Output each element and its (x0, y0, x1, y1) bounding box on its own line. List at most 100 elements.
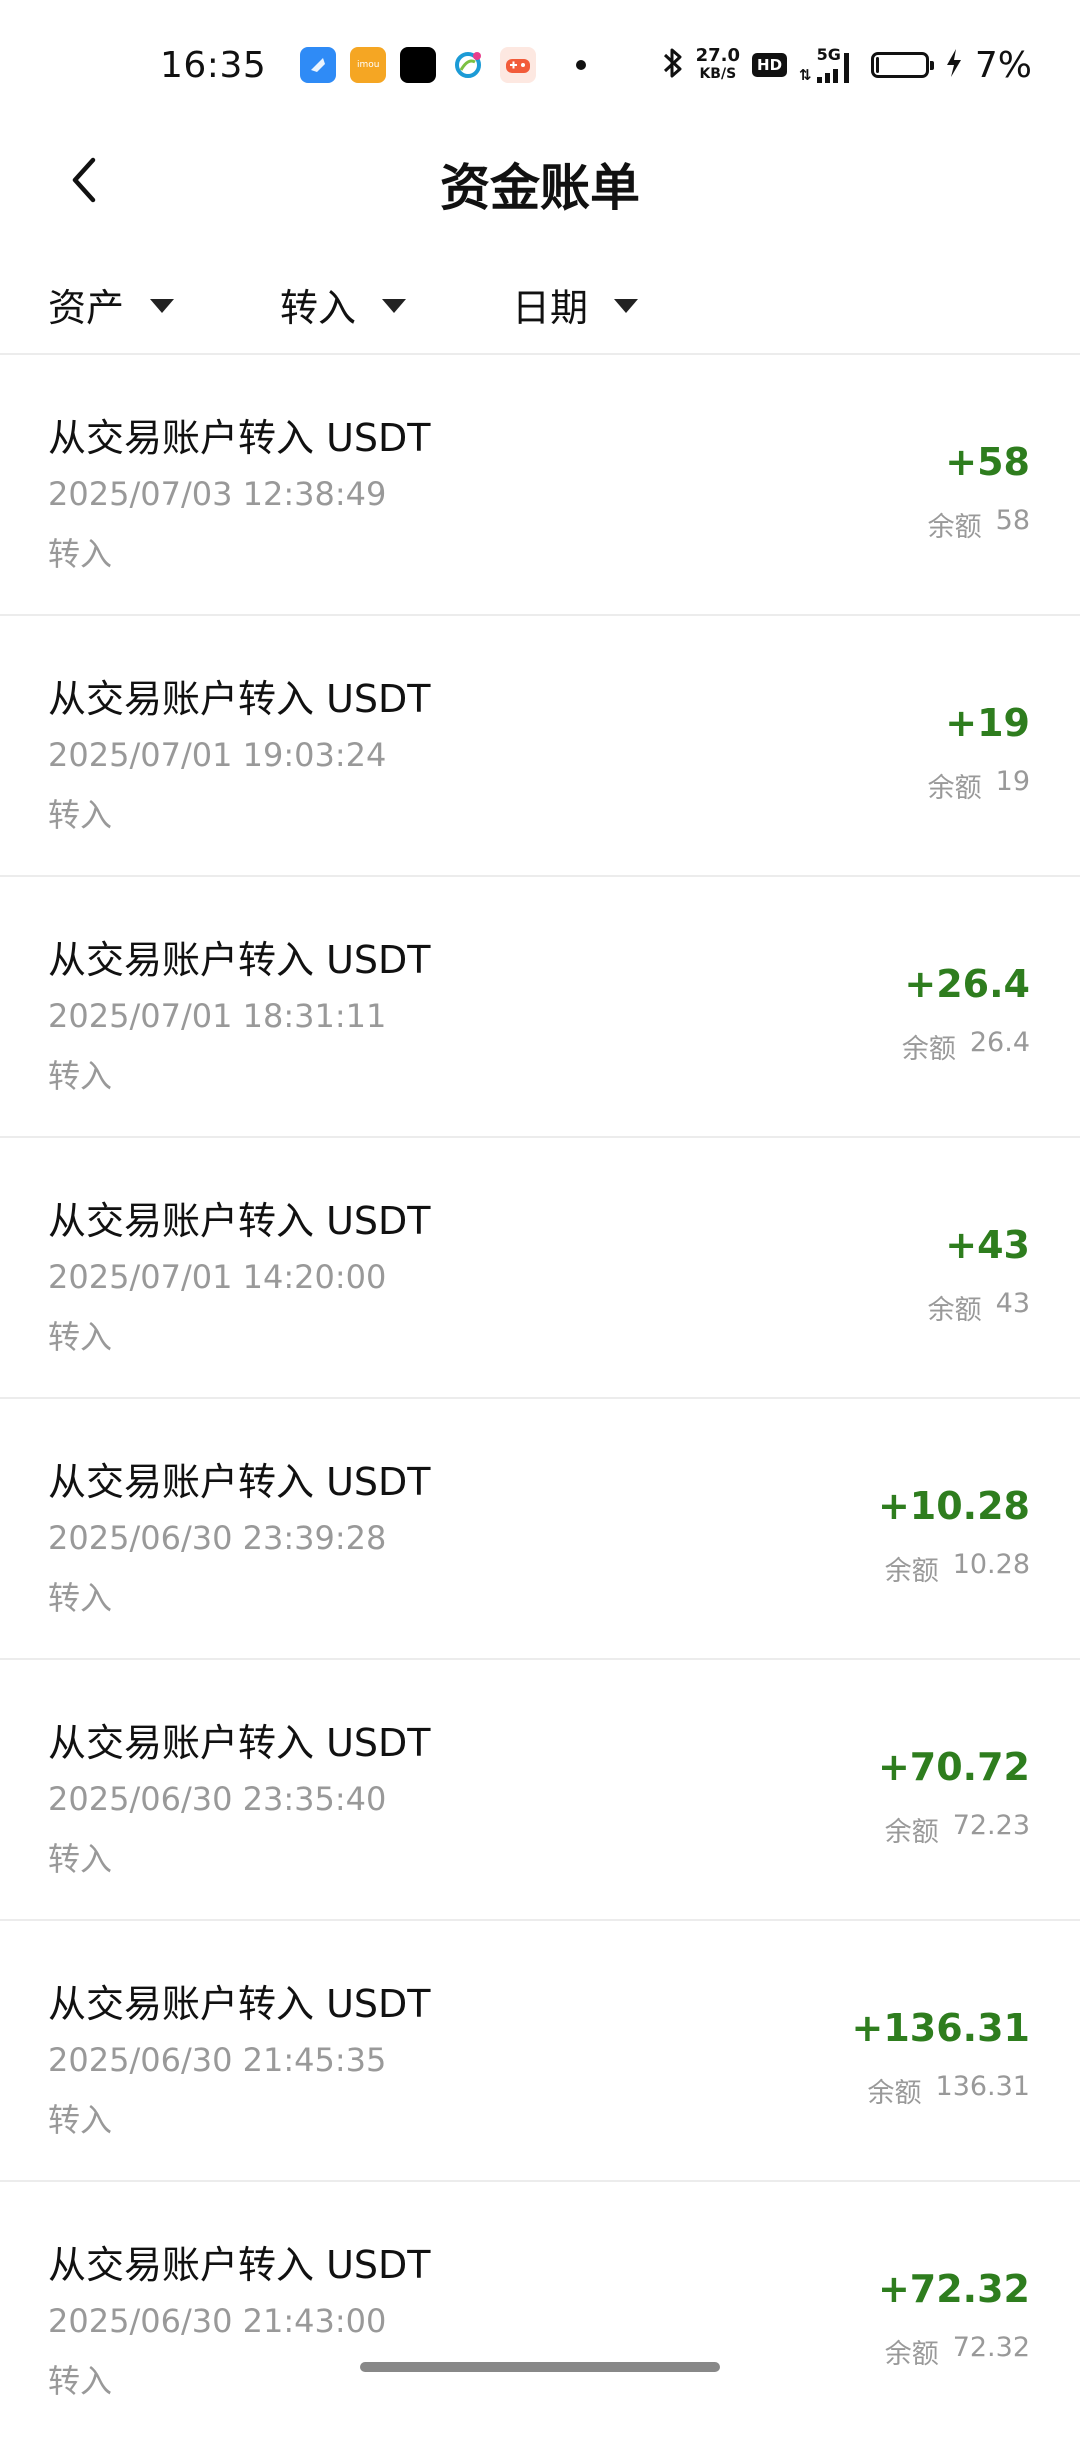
game-app-icon (500, 47, 537, 83)
battery-fill (875, 57, 879, 73)
list-item[interactable]: 从交易账户转入 USDT 2025/07/01 18:31:11 转入 +26.… (0, 877, 1080, 1138)
network-type: 5G (816, 45, 841, 64)
record-type: 转入 (48, 1840, 113, 1878)
list-item[interactable]: 从交易账户转入 USDT 2025/06/30 21:43:00 转入 +72.… (0, 2182, 1080, 2443)
record-time: 2025/07/01 14:20:00 (48, 1258, 387, 1296)
filter-date-label: 日期 (512, 285, 589, 330)
record-type: 转入 (48, 1579, 113, 1617)
record-time: 2025/07/03 12:38:49 (48, 475, 387, 513)
status-right: 27.0 KB/S HD ⇅ 5G 7% (662, 45, 1032, 86)
record-time: 2025/06/30 21:45:35 (48, 2041, 387, 2079)
record-balance: 余额 136.31 (868, 2071, 1030, 2110)
status-time: 16:35 (160, 44, 267, 86)
record-time: 2025/07/01 18:31:11 (48, 997, 387, 1035)
record-type: 转入 (48, 535, 113, 573)
filter-bar: 资产 转入 日期 (0, 255, 1080, 355)
imou-app-icon: imou (350, 47, 387, 83)
page-title: 资金账单 (440, 159, 640, 217)
caret-down-icon (614, 299, 639, 313)
filter-type-label: 转入 (280, 285, 357, 330)
record-title: 从交易账户转入 USDT (48, 1460, 431, 1504)
record-title: 从交易账户转入 USDT (48, 677, 431, 721)
caret-down-icon (382, 299, 407, 313)
balance-value: 26.4 (969, 1027, 1030, 1058)
balance-label: 余额 (884, 1556, 939, 1587)
balance-value: 43 (995, 1288, 1030, 1319)
record-title: 从交易账户转入 USDT (48, 1199, 431, 1243)
list-item[interactable]: 从交易账户转入 USDT 2025/06/30 23:35:40 转入 +70.… (0, 1660, 1080, 1921)
record-time: 2025/07/01 19:03:24 (48, 736, 387, 774)
balance-label: 余额 (927, 773, 982, 804)
imou-app-icon-label: imou (357, 60, 380, 70)
balance-value: 58 (995, 505, 1030, 536)
record-type: 转入 (48, 796, 113, 834)
record-type: 转入 (48, 1057, 113, 1095)
record-title: 从交易账户转入 USDT (48, 2243, 431, 2287)
balance-label: 余额 (927, 1295, 982, 1326)
network-speed: 27.0 KB/S (696, 47, 740, 83)
record-balance: 余额 26.4 (902, 1027, 1030, 1066)
list-item[interactable]: 从交易账户转入 USDT 2025/07/01 19:03:24 转入 +19 … (0, 616, 1080, 877)
record-amount: +58 (945, 440, 1030, 484)
notification-dot (576, 60, 587, 70)
record-amount: +136.31 (851, 2006, 1030, 2050)
charging-icon (945, 48, 963, 82)
balance-value: 10.28 (952, 1549, 1030, 1580)
record-amount: +10.28 (877, 1484, 1030, 1528)
record-title: 从交易账户转入 USDT (48, 416, 431, 460)
caret-down-icon (150, 299, 175, 313)
balance-value: 72.32 (952, 2332, 1030, 2363)
bluetooth-icon (662, 46, 684, 84)
list-item[interactable]: 从交易账户转入 USDT 2025/07/03 12:38:49 转入 +58 … (0, 355, 1080, 616)
china-mobile-icon (450, 47, 486, 83)
list-item[interactable]: 从交易账户转入 USDT 2025/06/30 23:39:28 转入 +10.… (0, 1399, 1080, 1660)
header: 资金账单 (0, 130, 1080, 230)
bill-list: 从交易账户转入 USDT 2025/07/03 12:38:49 转入 +58 … (0, 355, 1080, 2443)
record-amount: +72.32 (877, 2267, 1030, 2311)
list-item[interactable]: 从交易账户转入 USDT 2025/07/01 14:20:00 转入 +43 … (0, 1138, 1080, 1399)
record-type: 转入 (48, 2101, 113, 2139)
record-balance: 余额 72.32 (885, 2332, 1030, 2371)
filter-asset[interactable]: 资产 (48, 277, 175, 332)
network-speed-unit: KB/S (699, 66, 737, 82)
record-balance: 余额 43 (928, 1288, 1030, 1327)
status-bar: 16:35 imou 27.0 KB/S HD ⇅ 5G 7% (0, 0, 1080, 130)
record-title: 从交易账户转入 USDT (48, 938, 431, 982)
record-title: 从交易账户转入 USDT (48, 1721, 431, 1765)
record-amount: +19 (945, 701, 1030, 745)
balance-value: 136.31 (935, 2071, 1030, 2102)
battery-icon (870, 52, 934, 78)
balance-value: 19 (995, 766, 1030, 797)
network-speed-value: 27.0 (695, 45, 741, 66)
signal-icon: ⇅ 5G (799, 47, 849, 83)
record-balance: 余额 58 (928, 505, 1030, 544)
balance-label: 余额 (867, 2078, 922, 2109)
list-item[interactable]: 从交易账户转入 USDT 2025/06/30 21:45:35 转入 +136… (0, 1921, 1080, 2182)
black-app-icon (400, 47, 437, 83)
record-type: 转入 (48, 2362, 113, 2400)
record-balance: 余额 19 (928, 766, 1030, 805)
hd-badge: HD (752, 53, 788, 77)
record-balance: 余额 72.23 (885, 1810, 1030, 1849)
balance-label: 余额 (927, 512, 982, 543)
record-amount: +43 (945, 1223, 1030, 1267)
record-title: 从交易账户转入 USDT (48, 1982, 431, 2026)
record-time: 2025/06/30 21:43:00 (48, 2302, 387, 2340)
record-balance: 余额 10.28 (885, 1549, 1030, 1588)
record-amount: +26.4 (904, 962, 1030, 1006)
balance-label: 余额 (884, 1817, 939, 1848)
record-time: 2025/06/30 23:39:28 (48, 1519, 387, 1557)
filter-asset-label: 资产 (48, 285, 125, 330)
balance-label: 余额 (884, 2339, 939, 2370)
record-amount: +70.72 (877, 1745, 1030, 1789)
data-arrows-icon: ⇅ (799, 66, 812, 84)
blue-app-icon (300, 47, 337, 83)
filter-type[interactable]: 转入 (280, 277, 407, 332)
filter-date[interactable]: 日期 (512, 277, 639, 332)
balance-label: 余额 (901, 1034, 956, 1065)
home-indicator[interactable] (360, 2362, 720, 2372)
record-time: 2025/06/30 23:35:40 (48, 1780, 387, 1818)
balance-value: 72.23 (952, 1810, 1030, 1841)
battery-percent: 7% (974, 44, 1032, 86)
record-type: 转入 (48, 1318, 113, 1356)
